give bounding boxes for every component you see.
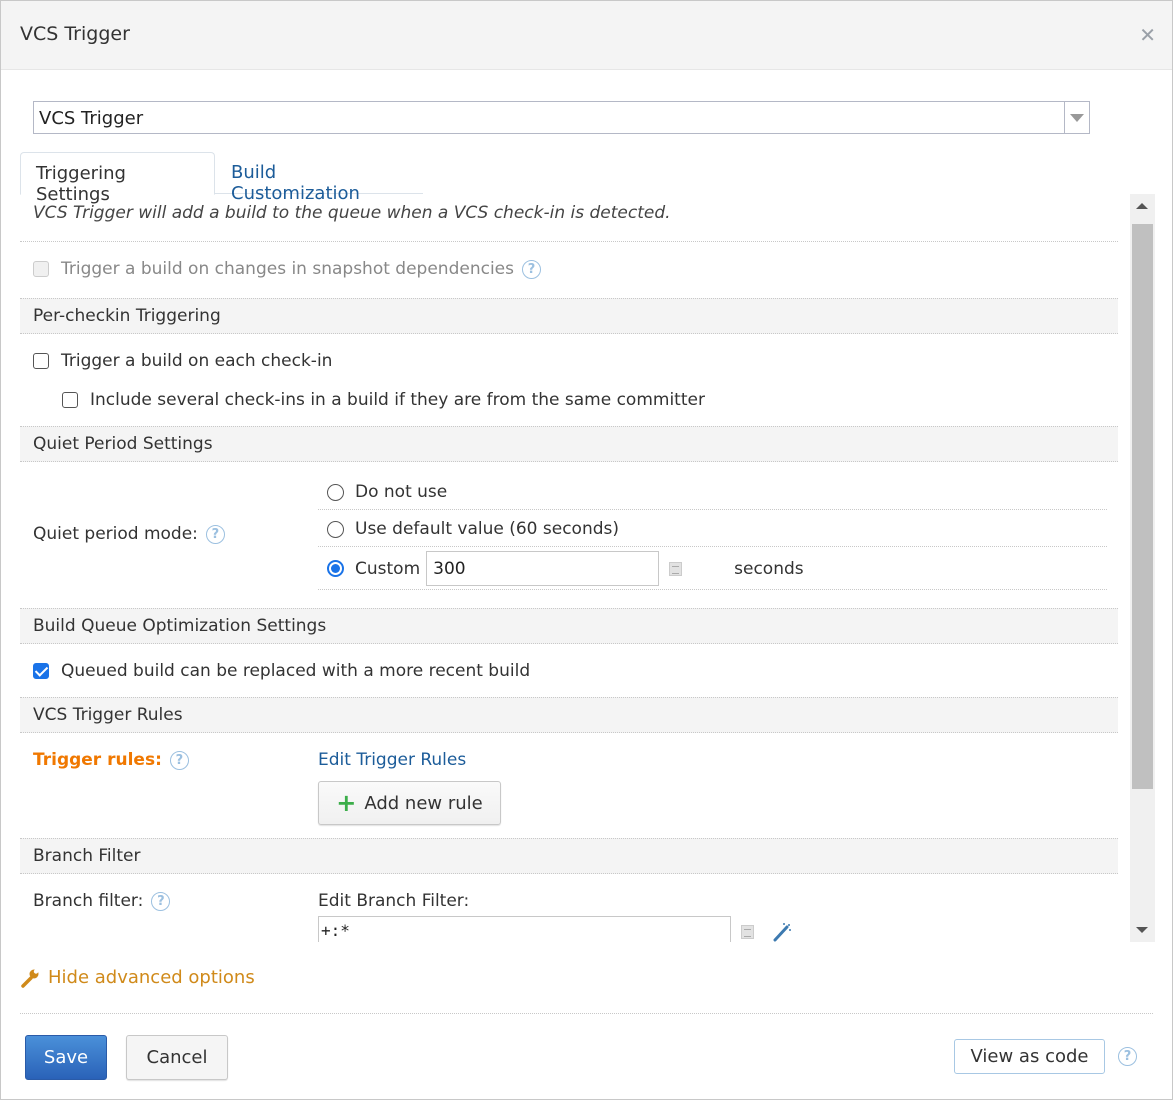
snapshot-dependencies-label: Trigger a build on changes in snapshot d… [61,259,514,279]
trigger-description: VCS Trigger will add a build to the queu… [33,203,671,223]
close-icon[interactable]: ✕ [1139,23,1156,47]
quiet-period-mode-label-row: Quiet period mode: ? [33,524,225,544]
view-as-code-button[interactable]: View as code [954,1039,1105,1074]
radio-custom[interactable] [327,560,344,577]
quiet-period-mode-label: Quiet period mode: [33,524,198,544]
settings-scroll-area: VCS Trigger will add a build to the queu… [20,194,1130,942]
tab-bar: Triggering Settings Build Customization [20,152,423,205]
seconds-unit-label: seconds [734,558,804,579]
dialog-header: VCS Trigger ✕ [1,1,1172,70]
divider [318,509,1107,510]
section-branch-filter: Branch Filter [20,838,1118,874]
section-title: VCS Trigger Rules [33,705,183,725]
help-icon[interactable]: ? [522,259,541,279]
cancel-button[interactable]: Cancel [126,1035,228,1080]
trigger-type-select[interactable]: VCS Trigger [33,101,1090,134]
divider [318,546,1107,547]
each-checkin-checkbox[interactable] [33,353,49,369]
replace-queued-row: Queued build can be replaced with a more… [33,661,530,681]
radio-use-default[interactable] [327,520,344,538]
dialog-title: VCS Trigger [20,23,130,45]
chevron-down-icon [1070,114,1084,122]
replace-queued-checkbox[interactable] [33,663,49,679]
section-title: Build Queue Optimization Settings [33,616,327,636]
radio-do-not-use-label: Do not use [355,482,448,502]
save-button[interactable]: Save [25,1035,107,1080]
same-committer-row: Include several check-ins in a build if … [62,390,705,410]
section-title: Quiet Period Settings [33,434,213,454]
trigger-rules-label: Trigger rules: [33,750,162,770]
section-per-checkin: Per-checkin Triggering [20,298,1118,334]
edit-branch-filter-label: Edit Branch Filter: [318,891,470,911]
help-icon[interactable]: ? [1118,1047,1137,1066]
radio-do-not-use-row: Do not use [327,482,447,502]
hide-advanced-options-label: Hide advanced options [48,967,255,988]
section-title: Branch Filter [33,846,141,866]
same-committer-checkbox[interactable] [62,392,78,408]
radio-do-not-use[interactable] [327,483,344,501]
section-trigger-rules: VCS Trigger Rules [20,697,1118,733]
branch-filter-label: Branch filter: [33,891,144,911]
each-checkin-row: Trigger a build on each check-in [33,351,332,371]
custom-seconds-input[interactable] [426,551,660,586]
help-icon[interactable]: ? [205,524,225,544]
branch-filter-input[interactable]: +:* [318,916,731,942]
list-icon[interactable] [741,925,754,939]
section-title: Per-checkin Triggering [33,306,221,326]
plus-icon: + [336,789,357,817]
divider [318,589,1107,590]
tab-triggering-settings[interactable]: Triggering Settings [20,152,215,205]
radio-use-default-label: Use default value (60 seconds) [355,519,620,539]
divider [20,241,1118,242]
section-queue-optimization: Build Queue Optimization Settings [20,608,1118,644]
snapshot-dependencies-checkbox[interactable] [33,261,49,277]
trigger-type-value: VCS Trigger [39,108,144,129]
replace-queued-label: Queued build can be replaced with a more… [61,661,531,681]
dropdown-button[interactable] [1064,102,1089,133]
help-icon[interactable]: ? [151,891,171,911]
help-icon[interactable]: ? [169,750,189,770]
trigger-rules-label-row: Trigger rules: ? [33,750,189,770]
section-quiet-period: Quiet Period Settings [20,426,1118,462]
scroll-down-icon[interactable] [1136,927,1148,933]
vertical-scrollbar[interactable] [1130,194,1155,942]
divider [20,1013,1153,1014]
branch-filter-label-row: Branch filter: ? [33,891,171,911]
edit-trigger-rules-link[interactable]: Edit Trigger Rules [318,750,466,770]
radio-custom-label: Custom [355,558,421,579]
radio-default-row: Use default value (60 seconds) [327,519,619,539]
same-committer-label: Include several check-ins in a build if … [90,390,705,410]
tab-build-customization[interactable]: Build Customization [216,152,423,204]
add-new-rule-button[interactable]: + Add new rule [318,781,501,825]
add-new-rule-label: Add new rule [364,792,483,814]
magic-wand-icon[interactable] [772,922,792,942]
vcs-trigger-dialog: VCS Trigger ✕ VCS Trigger Triggering Set… [0,0,1173,1100]
wrench-icon [21,968,39,988]
list-icon[interactable] [669,561,683,576]
radio-custom-row: Custom seconds [327,551,804,586]
snapshot-dependencies-row: Trigger a build on changes in snapshot d… [33,259,541,279]
scrollbar-thumb[interactable] [1132,224,1153,789]
each-checkin-label: Trigger a build on each check-in [61,351,333,371]
hide-advanced-options-link[interactable]: Hide advanced options [20,967,255,988]
scroll-up-icon[interactable] [1136,203,1148,209]
